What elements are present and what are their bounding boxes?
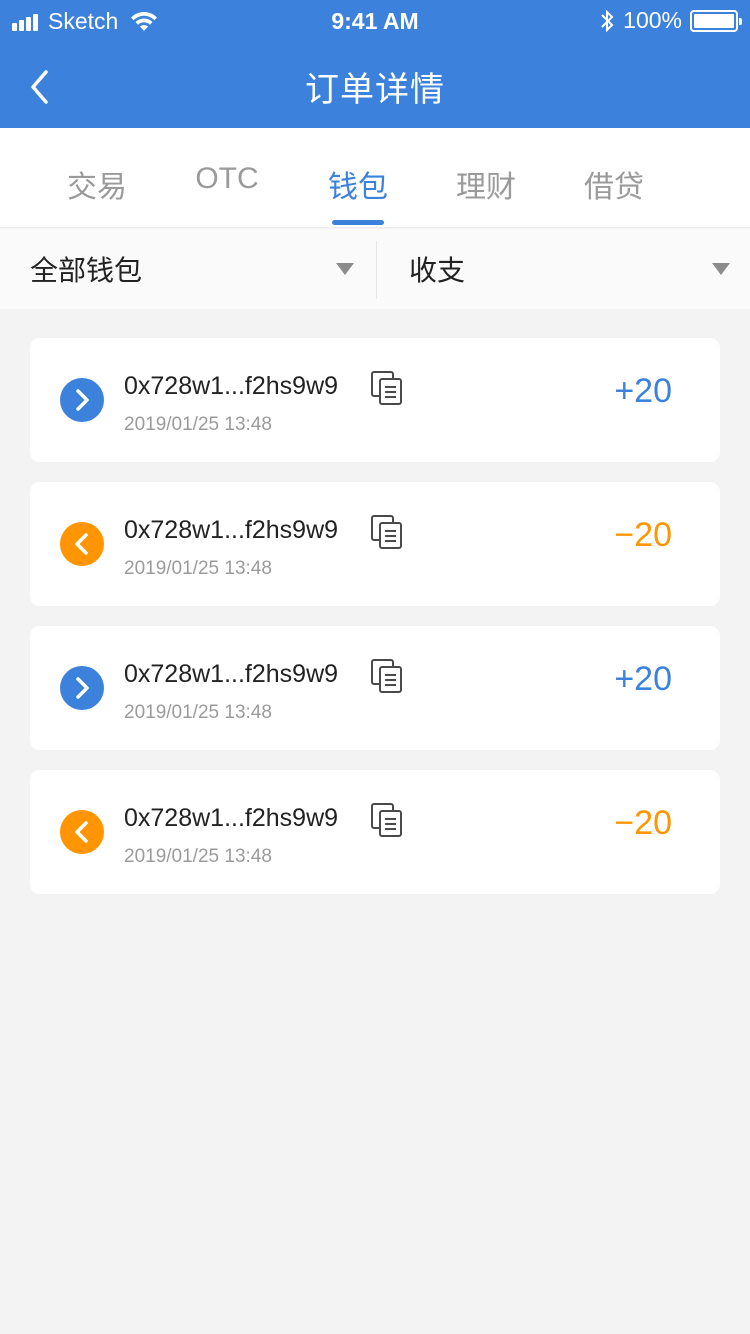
tab-indicator [332, 220, 384, 225]
wallet-filter-label: 全部钱包 [30, 255, 143, 286]
transaction-time: 2019/01/25 13:48 [124, 558, 272, 579]
tab-loan[interactable]: 借贷 [554, 162, 674, 206]
transaction-card[interactable]: 0x728w1...f2hs9w9 2019/01/25 13:48 +20 [30, 338, 720, 462]
transaction-address: 0x728w1...f2hs9w9 [124, 372, 339, 400]
filter-divider [376, 241, 377, 299]
battery-percent: 100% [623, 7, 682, 33]
transaction-amount: +20 [614, 660, 672, 698]
copy-icon[interactable] [370, 514, 404, 550]
transaction-card[interactable]: 0x728w1...f2hs9w9 2019/01/25 13:48 −20 [30, 770, 720, 894]
transaction-card[interactable]: 0x728w1...f2hs9w9 2019/01/25 13:48 −20 [30, 482, 720, 606]
tab-finance[interactable]: 理财 [426, 162, 546, 206]
type-filter-dropdown[interactable]: 收支 [409, 229, 739, 309]
tab-trade[interactable]: 交易 [37, 162, 157, 206]
transaction-card[interactable]: 0x728w1...f2hs9w9 2019/01/25 13:48 +20 [30, 626, 720, 750]
outgoing-arrow-icon [60, 522, 104, 566]
status-bar: Sketch 9:41 AM 100% [0, 0, 750, 40]
status-right: 100% [599, 7, 742, 34]
copy-icon[interactable] [370, 802, 404, 838]
page-title: 订单详情 [305, 71, 445, 109]
outgoing-arrow-icon [60, 810, 104, 854]
transaction-address: 0x728w1...f2hs9w9 [124, 516, 339, 544]
chevron-down-icon [336, 263, 354, 275]
transaction-amount: −20 [614, 516, 672, 554]
header: Sketch 9:41 AM 100% 订单详情 [0, 0, 750, 128]
incoming-arrow-icon [60, 666, 104, 710]
tab-otc[interactable]: OTC [167, 162, 287, 196]
battery-icon [690, 9, 742, 32]
transaction-time: 2019/01/25 13:48 [124, 702, 272, 723]
tab-bar: 交易 OTC 钱包 理财 借贷 [0, 128, 750, 228]
transaction-address: 0x728w1...f2hs9w9 [124, 804, 339, 832]
chevron-down-icon [712, 263, 730, 275]
transaction-time: 2019/01/25 13:48 [124, 846, 272, 867]
copy-icon[interactable] [370, 658, 404, 694]
incoming-arrow-icon [60, 378, 104, 422]
copy-icon[interactable] [370, 370, 404, 406]
transaction-address: 0x728w1...f2hs9w9 [124, 660, 339, 688]
type-filter-label: 收支 [409, 255, 466, 286]
filter-bar: 全部钱包 收支 [0, 229, 750, 309]
wallet-filter-dropdown[interactable]: 全部钱包 [30, 229, 376, 309]
transaction-time: 2019/01/25 13:48 [124, 414, 272, 435]
tab-wallet[interactable]: 钱包 [298, 162, 418, 206]
transaction-amount: +20 [614, 372, 672, 410]
bluetooth-icon [601, 9, 614, 32]
transaction-amount: −20 [614, 804, 672, 842]
